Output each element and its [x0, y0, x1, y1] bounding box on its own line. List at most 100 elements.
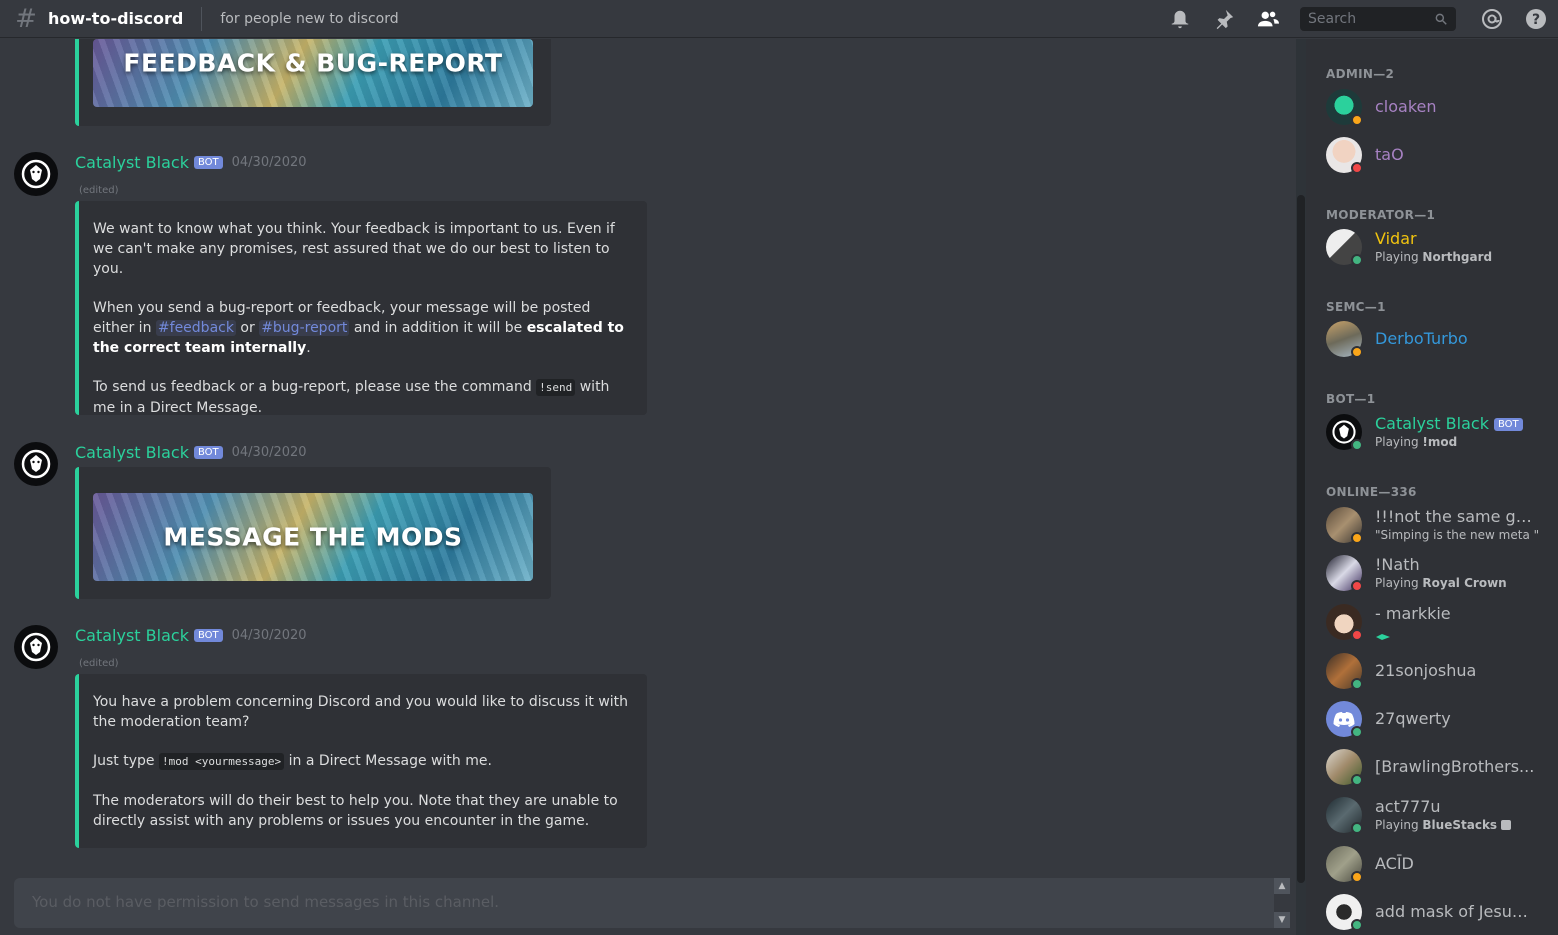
member-name-text: Catalyst Black [1375, 414, 1489, 433]
status-online-icon [1351, 822, 1363, 834]
role-header-admin: ADMIN—2 [1326, 67, 1395, 81]
scroll-down-icon[interactable]: ▼ [1274, 912, 1290, 928]
member-item[interactable]: DerboTurbo [1326, 317, 1556, 361]
text-span: To send us feedback or a bug-report, ple… [93, 379, 537, 395]
message-header: Catalyst Black BOT 04/30/2020 [75, 626, 307, 645]
embed-mods-info: You have a problem concerning Discord an… [75, 674, 647, 848]
message-header: Catalyst Black BOT 04/30/2020 [75, 443, 307, 462]
header-toolbar: Search ? [1158, 0, 1558, 38]
member-activity: Playing !mod [1375, 435, 1457, 449]
member-name: act777u [1375, 797, 1441, 816]
member-name: 27qwerty [1375, 709, 1451, 728]
edited-label: (edited) [79, 185, 119, 196]
text-span: and in addition it will be [349, 320, 527, 336]
status-idle-icon [1351, 871, 1363, 883]
member-item[interactable]: add mask of Jesus ... [1326, 890, 1556, 934]
text-span: Playing [1375, 250, 1423, 264]
member-item[interactable]: Catalyst Black BOT Playing !mod [1326, 410, 1556, 454]
text-span: Just type [93, 753, 159, 769]
member-item[interactable]: !!!not the same guy "Simping is the new … [1326, 503, 1556, 547]
member-item[interactable]: taO [1326, 133, 1556, 177]
channel-name: how-to-discord [48, 9, 184, 28]
inline-code: !send [536, 379, 576, 396]
author-name[interactable]: Catalyst Black [75, 443, 189, 462]
text-span: or [235, 320, 260, 336]
role-header-semc: SEMC—1 [1326, 300, 1386, 314]
hashtag-icon: # [15, 3, 37, 34]
member-item[interactable]: 21sonjoshua [1326, 649, 1556, 693]
member-activity: Playing Royal Crown [1375, 576, 1507, 590]
status-dnd-icon [1351, 580, 1363, 592]
member-item[interactable]: 27qwerty [1326, 697, 1556, 741]
member-name: Catalyst Black BOT [1375, 414, 1523, 433]
avatar[interactable] [14, 152, 58, 196]
game-name: BlueStacks [1422, 818, 1498, 832]
discord-logo-icon [1333, 712, 1355, 727]
game-name: Royal Crown [1422, 576, 1507, 590]
member-name: !!!not the same guy [1375, 507, 1535, 526]
game-name: Northgard [1422, 250, 1493, 264]
avatar[interactable] [14, 625, 58, 669]
role-header-moderator: MODERATOR—1 [1326, 208, 1436, 222]
message-list[interactable]: FEEDBACK & BUG-REPORT Catalyst Black BOT… [0, 39, 1296, 935]
member-item[interactable]: !Nath Playing Royal Crown [1326, 551, 1556, 595]
member-name: add mask of Jesus ... [1375, 902, 1535, 921]
embed-feedback-banner: FEEDBACK & BUG-REPORT [75, 39, 551, 126]
search-input[interactable]: Search [1300, 7, 1456, 31]
text-span: Playing [1375, 576, 1423, 590]
mods-banner-image[interactable]: MESSAGE THE MODS [93, 493, 533, 581]
status-idle-icon [1351, 346, 1363, 358]
embed-paragraph: Just type !mod <yourmessage> in a Direct… [93, 751, 633, 772]
channel-header: # how-to-discord for people new to disco… [0, 0, 1558, 38]
channel-topic[interactable]: for people new to discord [220, 11, 398, 27]
header-divider [201, 6, 203, 31]
status-online-icon [1351, 919, 1363, 931]
bot-tag: BOT [193, 629, 223, 642]
author-name[interactable]: Catalyst Black [75, 153, 189, 172]
member-item[interactable]: - markkie [1326, 600, 1556, 644]
help-icon[interactable]: ? [1514, 0, 1558, 38]
members-icon[interactable] [1246, 0, 1290, 38]
message-scrollbar-thumb[interactable] [1297, 195, 1305, 883]
status-online-icon [1351, 774, 1363, 786]
bot-tag: BOT [1493, 418, 1523, 431]
pin-icon[interactable] [1202, 0, 1246, 38]
embed-paragraph: When you send a bug-report or feedback, … [93, 298, 633, 358]
member-name: taO [1375, 145, 1404, 164]
timestamp: 04/30/2020 [231, 155, 307, 170]
inline-code: !mod <yourmessage> [158, 753, 285, 770]
lion-logo-icon [21, 159, 51, 189]
member-item[interactable]: cloaken [1326, 85, 1556, 129]
embed-description: You have a problem concerning Discord an… [93, 692, 633, 850]
member-name: cloaken [1375, 97, 1437, 116]
member-item[interactable]: [BrawlingBrothers... [1326, 745, 1556, 789]
member-item[interactable]: Vidar Playing Northgard [1326, 225, 1556, 269]
role-header-online: ONLINE—336 [1326, 485, 1417, 499]
channel-mention-feedback[interactable]: #feedback [155, 320, 236, 336]
embed-description: We want to know what you think. Your fee… [93, 219, 633, 437]
member-name: !Nath [1375, 555, 1420, 574]
member-item[interactable]: ACĪD [1326, 842, 1556, 886]
text-span: Playing [1375, 818, 1423, 832]
channel-mention-bug-report[interactable]: #bug-report [259, 320, 350, 336]
feedback-banner-image[interactable]: FEEDBACK & BUG-REPORT [93, 39, 533, 107]
member-name: - markkie [1375, 604, 1451, 623]
lion-logo-icon [21, 449, 51, 479]
input-scrollbar[interactable]: ▲ ▼ [1274, 878, 1290, 928]
embed-mods-banner: MESSAGE THE MODS [75, 467, 551, 599]
embed-paragraph: The moderators will do their best to hel… [93, 793, 618, 829]
member-item[interactable]: act777u Playing BlueStacks [1326, 793, 1556, 837]
embed-feedback-info: We want to know what you think. Your fee… [75, 201, 647, 416]
author-name[interactable]: Catalyst Black [75, 626, 189, 645]
bell-icon[interactable] [1158, 0, 1202, 38]
scroll-up-icon[interactable]: ▲ [1274, 878, 1290, 894]
timestamp: 04/30/2020 [231, 628, 307, 643]
svg-text:?: ? [1532, 12, 1540, 28]
member-activity: "Simping is the new meta " [1375, 528, 1540, 542]
rich-presence-icon [1500, 820, 1511, 830]
member-list[interactable]: ADMIN—2 cloaken taO MODERATOR—1 Vidar Pl… [1306, 39, 1558, 935]
mention-icon[interactable] [1470, 0, 1514, 38]
member-name: Vidar [1375, 229, 1417, 248]
message-header: Catalyst Black BOT 04/30/2020 [75, 153, 307, 172]
avatar[interactable] [14, 442, 58, 486]
